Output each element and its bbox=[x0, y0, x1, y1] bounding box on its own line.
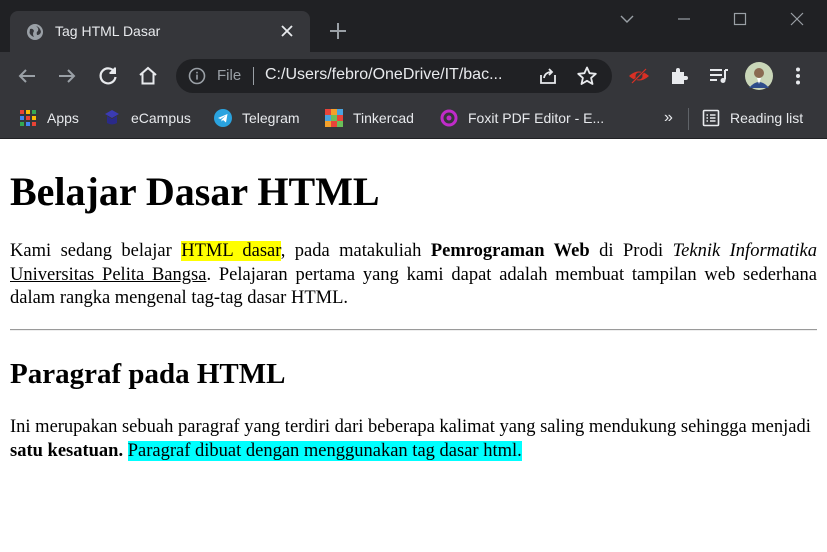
new-tab-icon[interactable] bbox=[326, 19, 350, 43]
bookmark-ecampus[interactable]: eCampus bbox=[103, 108, 191, 128]
share-icon[interactable] bbox=[538, 66, 558, 86]
overflow-chevron: » bbox=[664, 109, 673, 126]
puzzle-icon[interactable] bbox=[667, 64, 691, 88]
text-run: di Prodi bbox=[589, 241, 673, 261]
bookmark-label: Apps bbox=[47, 110, 79, 126]
tinkercad-icon bbox=[325, 109, 343, 127]
bookmark-tinkercad[interactable]: Tinkercad bbox=[325, 108, 414, 128]
page-heading: Belajar Dasar HTML bbox=[10, 169, 380, 214]
profile-avatar[interactable] bbox=[745, 62, 773, 90]
highlighted-text: HTML dasar bbox=[181, 241, 281, 261]
text-run: , pada matakuliah bbox=[280, 241, 431, 261]
bookmark-star-icon[interactable] bbox=[576, 65, 598, 87]
globe-icon bbox=[26, 23, 44, 41]
bookmark-label: eCampus bbox=[131, 110, 191, 126]
reading-list-icon bbox=[702, 109, 720, 127]
highlighted-text: Paragraf dibuat dengan menggunakan tag d… bbox=[127, 440, 522, 461]
browser-titlebar: Tag HTML Dasar bbox=[0, 0, 827, 52]
minimize-icon[interactable] bbox=[671, 8, 697, 30]
apps-grid-icon bbox=[19, 109, 37, 127]
back-icon[interactable] bbox=[15, 64, 39, 88]
text-run: Kami sedang belajar bbox=[10, 241, 182, 261]
url-text[interactable]: C:/Users/febro/OneDrive/IT/bac... bbox=[265, 66, 527, 84]
browser-toolbar: File C:/Users/febro/OneDrive/IT/bac... bbox=[0, 52, 827, 100]
foxit-icon bbox=[440, 109, 458, 127]
telegram-icon bbox=[214, 109, 232, 127]
maximize-icon[interactable] bbox=[727, 8, 753, 30]
forward-icon[interactable] bbox=[55, 64, 79, 88]
omnibox-divider bbox=[253, 67, 254, 85]
address-bar[interactable]: File C:/Users/febro/OneDrive/IT/bac... bbox=[176, 59, 612, 93]
browser-tab[interactable]: Tag HTML Dasar bbox=[10, 11, 310, 52]
section-paragraph: Ini merupakan sebuah paragraf yang terdi… bbox=[10, 416, 817, 463]
eye-extension-icon[interactable] bbox=[627, 64, 651, 88]
reading-list-button[interactable]: Reading list bbox=[702, 108, 803, 128]
tab-title: Tag HTML Dasar bbox=[55, 23, 161, 39]
media-queue-icon[interactable] bbox=[707, 64, 731, 88]
reading-list-label: Reading list bbox=[730, 110, 804, 126]
bookmarks-overflow-button[interactable]: » bbox=[664, 108, 673, 128]
bookmark-telegram[interactable]: Telegram bbox=[214, 108, 300, 128]
bookmark-foxit[interactable]: Foxit PDF Editor - E... bbox=[440, 108, 604, 128]
italic-text: Teknik Informatika bbox=[672, 241, 817, 261]
bookmarks-bar: Apps eCampus Telegram Tinkercad Foxit PD… bbox=[0, 100, 827, 139]
scheme-label: File bbox=[217, 67, 242, 84]
bold-text: Pemrograman Web bbox=[430, 241, 590, 261]
section-heading: Paragraf pada HTML bbox=[10, 358, 286, 390]
close-window-icon[interactable] bbox=[784, 8, 810, 30]
reload-icon[interactable] bbox=[96, 64, 120, 88]
text-run: Ini merupakan sebuah paragraf yang terdi… bbox=[10, 417, 811, 437]
bookmark-apps[interactable]: Apps bbox=[19, 108, 79, 128]
info-icon[interactable] bbox=[188, 67, 206, 85]
horizontal-rule bbox=[10, 329, 817, 331]
bookmark-label: Foxit PDF Editor - E... bbox=[468, 110, 605, 126]
bookmarks-divider bbox=[688, 108, 689, 130]
ecampus-icon bbox=[103, 109, 121, 127]
menu-icon[interactable] bbox=[786, 64, 810, 88]
bold-text: satu kesatuan. bbox=[10, 440, 124, 461]
close-icon[interactable] bbox=[276, 20, 298, 42]
tab-search-icon[interactable] bbox=[614, 8, 640, 30]
bookmark-label: Telegram bbox=[242, 110, 300, 126]
page-viewport: Belajar Dasar HTML Kami sedang belajar H… bbox=[0, 140, 827, 552]
bookmark-label: Tinkercad bbox=[353, 110, 414, 126]
home-icon[interactable] bbox=[136, 64, 160, 88]
underlined-text: Universitas Pelita Bangsa bbox=[10, 264, 207, 285]
intro-paragraph: Kami sedang belajar HTML dasar, pada mat… bbox=[10, 240, 817, 311]
